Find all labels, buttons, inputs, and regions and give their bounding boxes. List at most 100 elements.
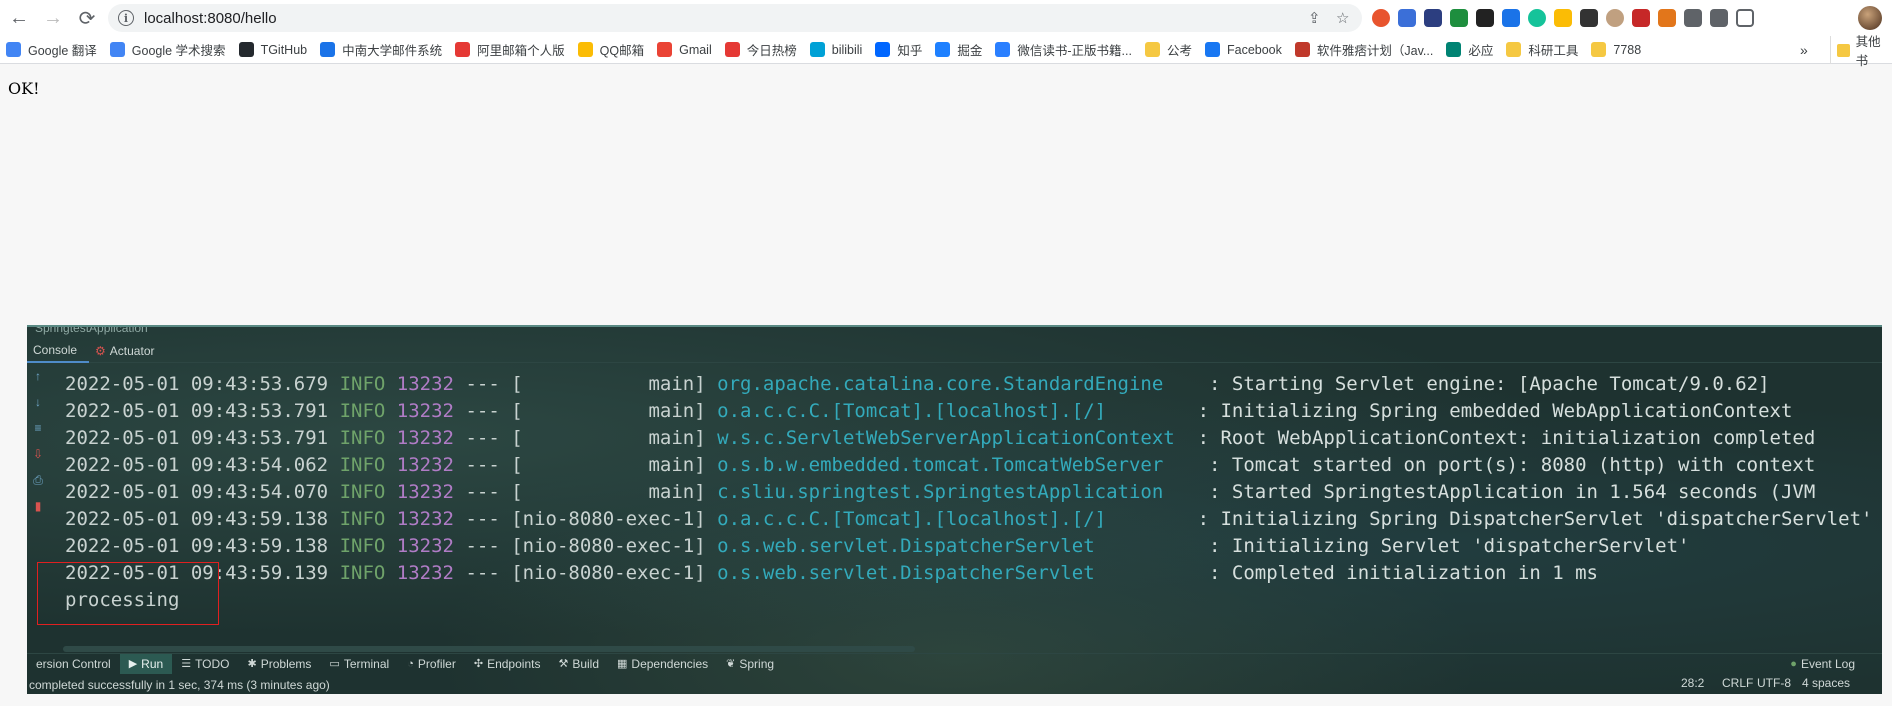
extension-icon[interactable]	[1424, 9, 1442, 27]
toolwindow-label: Build	[572, 656, 600, 671]
soft-wrap-icon[interactable]: ≡	[27, 417, 49, 439]
file-encoding[interactable]: UTF-8	[1757, 676, 1791, 690]
toolwindow-profiler[interactable]: ◔ Profiler	[398, 654, 465, 674]
screenshot-root: ← → ⟳ i localhost:8080/hello ⇪ ☆ Google …	[0, 0, 1892, 706]
bookmark-label: 7788	[1613, 42, 1642, 57]
tab-console[interactable]: Console	[27, 339, 90, 363]
extension-icon[interactable]	[1502, 9, 1520, 27]
bookmark-item[interactable]: Facebook	[1199, 38, 1289, 62]
toolwindow-icon: ⚒	[558, 658, 569, 670]
other-bookmarks-folder[interactable]: 其他书	[1830, 35, 1892, 68]
forward-button[interactable]: →	[38, 3, 68, 33]
bookmark-item[interactable]: 中南大学邮件系统	[314, 38, 449, 62]
bookmark-label: Facebook	[1226, 42, 1282, 57]
extension-icon[interactable]	[1580, 9, 1598, 27]
toolwindow-problems[interactable]: ✱ Problems	[239, 654, 321, 674]
tab-label: Actuator	[109, 343, 155, 358]
extension-icon[interactable]	[1476, 9, 1494, 27]
bookmarks-more-button[interactable]: »	[1800, 36, 1808, 64]
log-level: INFO	[339, 562, 386, 584]
bookmark-item[interactable]: 知乎	[869, 38, 929, 62]
share-icon[interactable]: ⇪	[1308, 9, 1321, 27]
scroll-down-icon[interactable]: ↓	[27, 391, 49, 413]
reload-button[interactable]: ⟳	[72, 3, 102, 33]
extension-icon[interactable]	[1606, 9, 1624, 27]
toolwindow-icon: ▦	[617, 658, 628, 670]
bookmark-item[interactable]: Google 翻译	[0, 38, 104, 62]
bookmark-item[interactable]: Gmail	[651, 38, 719, 62]
bookmark-item[interactable]: 科研工具	[1500, 38, 1585, 62]
bookmark-star-icon[interactable]: ☆	[1336, 9, 1349, 27]
toolwindow-todo[interactable]: ☰ TODO	[172, 654, 238, 674]
bookmark-item[interactable]: bilibili	[804, 38, 870, 62]
caret-position[interactable]: 28:2	[1681, 676, 1704, 690]
log-msg: : Completed initialization in 1 ms	[1209, 562, 1598, 584]
bookmark-item[interactable]: 7788	[1585, 38, 1648, 62]
reading-list-icon[interactable]	[1710, 9, 1728, 27]
bookmark-item[interactable]: 必应	[1440, 38, 1500, 62]
tab-actuator[interactable]: ⚙ Actuator	[89, 339, 166, 363]
toolwindow-dependencies[interactable]: ▦ Dependencies	[608, 654, 717, 674]
log-line: 2022-05-01 09:43:59.138 INFO 13232 --- […	[65, 533, 1882, 560]
bookmark-favicon-icon	[1144, 42, 1160, 57]
page-response-text: OK!	[8, 79, 40, 98]
clear-console-icon[interactable]: ▮	[27, 495, 49, 517]
bookmark-item[interactable]: 掘金	[929, 38, 989, 62]
bookmark-label: 阿里邮箱个人版	[477, 44, 565, 58]
profile-avatar[interactable]	[1858, 6, 1882, 30]
extension-icon[interactable]	[1398, 9, 1416, 27]
bookmark-item[interactable]: 公考	[1139, 38, 1199, 62]
log-date: 2022-05-01 09:43:54.062	[65, 454, 329, 476]
run-configuration-title[interactable]: SpringtestApplication	[35, 327, 148, 335]
side-panel-icon[interactable]	[1736, 9, 1754, 27]
log-dash: ---	[465, 373, 500, 395]
log-date: 2022-05-01 09:43:54.070	[65, 481, 329, 503]
toolwindow-spring[interactable]: ❦ Spring	[717, 654, 783, 674]
toolwindow-endpoints[interactable]: ✣ Endpoints	[465, 654, 550, 674]
toolwindow-run[interactable]: ▶ Run	[119, 653, 173, 674]
event-log-button[interactable]: ● Event Log	[1781, 654, 1864, 674]
extension-icon[interactable]	[1372, 9, 1390, 27]
site-info-icon[interactable]: i	[118, 10, 134, 26]
bookmark-label: QQ邮箱	[599, 44, 645, 58]
extension-icon[interactable]	[1632, 9, 1650, 27]
indent-setting[interactable]: 4 spaces	[1802, 676, 1850, 690]
bookmark-label: bilibili	[831, 42, 863, 57]
extension-icon[interactable]	[1450, 9, 1468, 27]
log-pid: 13232	[396, 535, 454, 557]
console-output[interactable]: 2022-05-01 09:43:53.679 INFO 13232 --- […	[65, 371, 1882, 614]
log-msg: : Starting Servlet engine: [Apache Tomca…	[1209, 373, 1770, 395]
bookmark-favicon-icon	[724, 42, 740, 57]
bookmark-item[interactable]: 微信读书-正版书籍...	[989, 38, 1139, 62]
scroll-up-icon[interactable]: ↑	[27, 365, 49, 387]
bookmark-item[interactable]: TGitHub	[233, 38, 315, 62]
address-bar[interactable]: i localhost:8080/hello ⇪ ☆	[108, 4, 1362, 32]
address-url[interactable]: localhost:8080/hello	[144, 10, 277, 27]
print-icon[interactable]: ⎙	[27, 469, 49, 491]
bookmark-label: 微信读书-正版书籍...	[1017, 44, 1132, 58]
bookmark-favicon-icon	[320, 42, 336, 57]
log-line: 2022-05-01 09:43:59.139 INFO 13232 --- […	[65, 560, 1882, 587]
extension-icon[interactable]	[1528, 9, 1546, 27]
back-button[interactable]: ←	[4, 3, 34, 33]
extension-icon[interactable]	[1554, 9, 1572, 27]
toolwindow-icon: ❦	[726, 658, 736, 670]
tab-label: Console	[33, 342, 78, 357]
toolwindow-build[interactable]: ⚒ Build	[549, 654, 608, 674]
extensions-puzzle-icon[interactable]	[1684, 9, 1702, 27]
bookmark-item[interactable]: Google 学术搜索	[104, 38, 233, 62]
toolwindow-ersion-control[interactable]: ersion Control	[27, 654, 120, 674]
extension-icon[interactable]	[1658, 9, 1676, 27]
bookmark-item[interactable]: 软件雅痞计划（Jav...	[1289, 38, 1440, 62]
toolwindow-terminal[interactable]: ▭ Terminal	[320, 654, 398, 674]
log-pid: 13232	[396, 508, 454, 530]
bookmark-item[interactable]: 阿里邮箱个人版	[449, 38, 572, 62]
bookmark-item[interactable]: 今日热榜	[719, 38, 804, 62]
bookmark-item[interactable]: QQ邮箱	[572, 38, 651, 62]
scroll-to-end-icon[interactable]: ⇩	[27, 443, 49, 465]
console-horizontal-scrollbar[interactable]	[63, 646, 915, 652]
log-msg: : Root WebApplicationContext: initializa…	[1197, 427, 1816, 449]
line-separator[interactable]: CRLF	[1722, 676, 1753, 690]
ide-run-panel: SpringtestApplication Console ⚙ Actuator ↑…	[27, 325, 1882, 694]
log-msg: : Started SpringtestApplication in 1.564…	[1209, 481, 1816, 503]
